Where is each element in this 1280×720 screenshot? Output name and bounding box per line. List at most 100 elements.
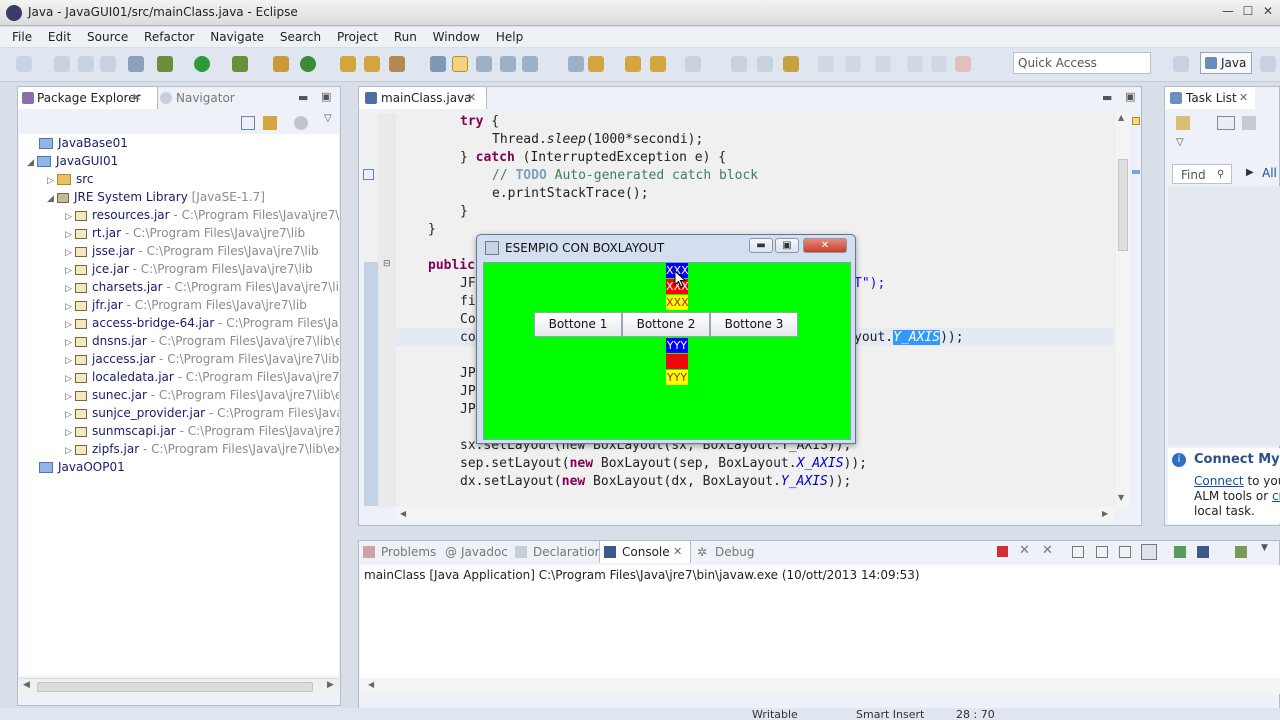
tab-javadoc[interactable]: Javadoc (461, 545, 508, 559)
find-input[interactable]: Find ⚲ (1172, 164, 1232, 184)
scrollbar-thumb[interactable] (1118, 159, 1128, 251)
tree-item-jar[interactable]: ▷ rt.jar - C:\Program Files\Java\jre7\lib (65, 224, 305, 242)
link-editor-icon[interactable] (263, 116, 277, 130)
view-menu-icon[interactable]: ▼ (1261, 543, 1268, 553)
java-perspective-button[interactable]: Java (1200, 52, 1252, 74)
search-icon[interactable]: ⚲ (1217, 169, 1224, 180)
bottone-3-button[interactable]: Bottone 3 (710, 312, 798, 337)
open-folder-icon[interactable] (364, 56, 380, 72)
tree-item-javabase01[interactable]: JavaBase01 (39, 134, 128, 152)
mark-occurrences-icon[interactable] (452, 56, 468, 72)
scroll-left-icon[interactable]: ◀ (368, 680, 374, 689)
scrollbar-thumb[interactable] (37, 682, 313, 692)
editor-vertical-scrollbar[interactable]: ▲ ▼ (1116, 113, 1130, 507)
menu-window[interactable]: Window (427, 27, 486, 47)
view-menu-icon[interactable]: ▽ (1176, 137, 1184, 148)
task-list-tab[interactable]: Task List ✕ (1165, 87, 1255, 109)
tab-console[interactable]: Console ✕ (599, 541, 691, 563)
toggle-breadcrumb-icon[interactable] (430, 56, 446, 72)
close-tab-icon[interactable]: ✕ (132, 91, 141, 104)
tree-item-jar[interactable]: ▷ sunjce_provider.jar - C:\Program Files\… (65, 404, 339, 422)
remove-launch-icon[interactable]: ✕ (1019, 543, 1030, 558)
expanded-arrow-icon[interactable]: ◢ (47, 190, 57, 208)
menu-edit[interactable]: Edit (42, 27, 77, 47)
hierarchy-icon[interactable] (783, 56, 799, 72)
next-annotation-icon[interactable] (568, 56, 584, 72)
tree-item-jar[interactable]: ▷ dnsns.jar - C:\Program Files\Java\jre7\… (65, 332, 339, 350)
tree-item-jar[interactable]: ▷ sunec.jar - C:\Program Files\Java\jre7\… (65, 386, 339, 404)
new-task-icon[interactable] (1176, 116, 1190, 130)
scroll-right-icon[interactable]: ▶ (1102, 509, 1108, 518)
focus-icon[interactable] (294, 116, 308, 130)
editor-tab[interactable]: mainClass.java ✕ (359, 87, 487, 109)
tree-item-jar[interactable]: ▷ jsse.jar - C:\Program Files\Java\jre7\l… (65, 242, 319, 260)
back-icon[interactable] (650, 56, 666, 72)
show-whitespace-icon[interactable] (500, 56, 516, 72)
new-package-icon[interactable] (300, 56, 316, 72)
open-perspective-icon[interactable] (1173, 56, 1189, 72)
tree-item-jar[interactable]: ▷ jaccess.jar - C:\Program Files\Java\jre… (65, 350, 339, 368)
task-ruler-marker[interactable] (1132, 170, 1140, 174)
forward-icon[interactable] (685, 56, 701, 72)
tree-item-jar[interactable]: ▷ access-bridge-64.jar - C:\Program Files… (65, 314, 339, 332)
word-wrap-icon[interactable] (1119, 546, 1131, 558)
debug-perspective-icon[interactable] (1260, 56, 1276, 72)
editor-horizontal-scrollbar[interactable]: ◀ ▶ (396, 507, 1114, 523)
menu-project[interactable]: Project (331, 27, 384, 47)
tree-item-javaoop01[interactable]: JavaOOP01 (39, 458, 125, 476)
open-type-icon[interactable] (340, 56, 356, 72)
package-explorer-tab[interactable]: Package Explorer ✕ (18, 87, 158, 109)
menu-help[interactable]: Help (490, 27, 529, 47)
fold-icon[interactable]: ⊟ (383, 259, 391, 269)
prev-annotation-icon[interactable] (588, 56, 604, 72)
collapse-all-icon[interactable] (241, 116, 255, 130)
menu-source[interactable]: Source (81, 27, 134, 47)
swing-maximize-button[interactable]: ▣ (775, 238, 799, 253)
scroll-down-icon[interactable]: ▼ (1118, 493, 1124, 502)
close-tab-icon[interactable]: ✕ (1239, 91, 1248, 104)
quick-access-input[interactable]: Quick Access (1013, 52, 1151, 74)
bottone-1-button[interactable]: Bottone 1 (534, 312, 622, 337)
tree-item-jre[interactable]: ◢ JRE System Library [JavaSE-1.7] (47, 188, 265, 206)
minimize-editor-icon[interactable]: ▬ (1102, 91, 1112, 104)
scroll-left-icon[interactable]: ◀ (23, 680, 30, 690)
pilcrow-icon[interactable] (522, 56, 538, 72)
menu-refactor[interactable]: Refactor (138, 27, 200, 47)
maximize-editor-icon[interactable]: ▣ (1125, 90, 1135, 103)
pin-console-icon[interactable] (1174, 546, 1186, 558)
close-button[interactable]: ✕ (1258, 3, 1278, 21)
new-java-project-icon[interactable] (273, 56, 289, 72)
console-horizontal-scrollbar[interactable]: ◀ (360, 678, 1280, 694)
last-edit-icon[interactable] (625, 56, 641, 72)
new-icon[interactable] (16, 56, 32, 72)
scroll-left-icon[interactable]: ◀ (400, 509, 406, 518)
close-tab-icon[interactable]: ✕ (673, 545, 682, 558)
scroll-lock-icon[interactable] (1096, 546, 1108, 558)
debug-icon[interactable] (157, 56, 173, 72)
tree-item-src[interactable]: ▷ src (47, 170, 94, 188)
block-selection-icon[interactable] (476, 56, 492, 72)
tab-declaration[interactable]: Declaration (533, 545, 602, 559)
maximize-button[interactable]: ☐ (1238, 3, 1258, 21)
warning-marker-icon[interactable] (1132, 117, 1140, 125)
terminate-icon[interactable] (997, 546, 1008, 557)
display-console-icon[interactable] (1197, 546, 1209, 558)
menu-search[interactable]: Search (274, 27, 327, 47)
minimize-view-icon[interactable]: ▬ (298, 91, 308, 104)
scheduled-icon[interactable] (1242, 116, 1256, 130)
swing-close-button[interactable]: ✕ (803, 238, 847, 253)
expand-arrow-icon[interactable]: ▶ (1246, 167, 1254, 178)
tab-problems[interactable]: Problems (381, 545, 436, 559)
run-coverage-icon[interactable] (232, 56, 248, 72)
close-editor-icon[interactable]: ✕ (467, 91, 476, 104)
clear-console-icon[interactable] (1072, 546, 1084, 558)
horizontal-scrollbar[interactable]: ◀ ▶ (19, 678, 339, 694)
skip-breakpoints-icon[interactable] (128, 56, 144, 72)
tab-debug[interactable]: Debug (715, 545, 754, 559)
expanded-arrow-icon[interactable]: ◢ (27, 154, 37, 172)
search-icon[interactable] (389, 56, 405, 72)
swing-minimize-button[interactable]: ▬ (749, 238, 773, 253)
bottone-2-button[interactable]: Bottone 2 (622, 312, 710, 337)
pin-editor-icon[interactable] (731, 56, 747, 72)
menu-navigate[interactable]: Navigate (204, 27, 270, 47)
